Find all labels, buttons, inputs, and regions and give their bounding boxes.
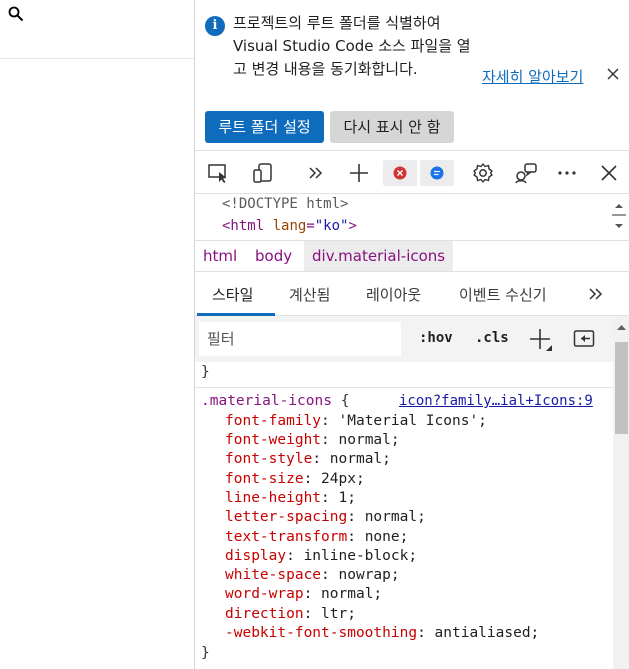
more-tabs-icon[interactable]	[303, 160, 329, 186]
cls-toggle[interactable]: .cls	[475, 330, 509, 346]
css-property[interactable]: font-style: normal;	[225, 451, 391, 467]
property-value: none;	[364, 529, 409, 545]
css-property[interactable]: direction: ltr;	[225, 606, 356, 622]
tab-event-listeners[interactable]: 이벤트 수신기	[459, 284, 547, 305]
css-property[interactable]: -webkit-font-smoothing: antialiased;	[225, 625, 539, 641]
settings-icon[interactable]	[470, 160, 496, 186]
page-divider	[0, 58, 194, 59]
css-property[interactable]: display: inline-block;	[225, 548, 417, 564]
css-property[interactable]: font-size: 24px;	[225, 471, 365, 487]
tab-layout[interactable]: 레이아웃	[366, 284, 421, 305]
open-brace: {	[340, 393, 350, 409]
breadcrumb-div[interactable]: div.material-icons	[304, 241, 454, 271]
property-value: normal;	[364, 509, 426, 525]
page-viewport	[0, 0, 194, 669]
doctype-node[interactable]: <!DOCTYPE html>	[222, 196, 348, 212]
filter-bar: 필터 :hov .cls	[195, 316, 613, 362]
breadcrumb-body[interactable]: body	[247, 241, 300, 271]
dom-tree: <!DOCTYPE html> <html lang="ko">	[195, 194, 629, 240]
property-value: nowrap;	[338, 567, 400, 583]
property-name: font-family	[225, 413, 322, 429]
property-name: font-weight	[225, 432, 322, 448]
property-value: normal;	[329, 451, 391, 467]
issues-badge-icon[interactable]	[420, 160, 454, 186]
property-name: font-size	[225, 471, 304, 487]
hov-toggle[interactable]: :hov	[419, 330, 453, 346]
property-value: inline-block;	[303, 548, 418, 564]
info-message: 프로젝트의 루트 폴더를 식별하여 Visual Studio Code 소스 …	[233, 14, 471, 78]
property-name: text-transform	[225, 529, 348, 545]
property-value: normal;	[321, 586, 383, 602]
device-emulation-icon[interactable]	[250, 160, 276, 186]
inspect-icon[interactable]	[205, 160, 231, 186]
search-icon[interactable]	[8, 6, 24, 22]
html-node[interactable]: <html lang="ko">	[222, 218, 357, 234]
property-value: 1;	[338, 490, 356, 506]
css-property[interactable]: font-family: 'Material Icons';	[225, 413, 487, 429]
devtools-toolbar	[195, 150, 629, 194]
tab-computed[interactable]: 계산됨	[289, 284, 330, 305]
property-name: letter-spacing	[225, 509, 348, 525]
dom-scrollbar[interactable]	[611, 200, 627, 234]
css-property[interactable]: letter-spacing: normal;	[225, 509, 426, 525]
selector-text: .material-icons	[201, 393, 332, 409]
close-brace: }	[201, 645, 210, 661]
property-name: direction	[225, 606, 304, 622]
tab-styles[interactable]: 스타일	[212, 284, 253, 305]
property-value: 24px;	[321, 471, 365, 487]
rule-divider	[195, 387, 613, 388]
learn-more-link[interactable]: 자세히 알아보기	[482, 66, 583, 87]
more-tabs-icon[interactable]	[587, 285, 605, 307]
css-property[interactable]: text-transform: none;	[225, 529, 408, 545]
dont-show-again-button[interactable]: 다시 표시 안 함	[330, 111, 454, 143]
scrollbar-thumb[interactable]	[615, 342, 628, 434]
breadcrumb-html[interactable]: html	[195, 241, 245, 271]
property-name: -webkit-font-smoothing	[225, 625, 418, 641]
info-bar: i 프로젝트의 루트 폴더를 식별하여 Visual Studio Code 소…	[195, 0, 629, 150]
set-root-folder-button[interactable]: 루트 폴더 설정	[205, 111, 324, 143]
property-value: antialiased;	[434, 625, 540, 641]
property-name: font-style	[225, 451, 313, 467]
property-name: word-wrap	[225, 586, 304, 602]
toggle-sidebar-icon[interactable]	[573, 329, 595, 353]
css-property[interactable]: white-space: nowrap;	[225, 567, 400, 583]
styles-tabs: 스타일 계산됨 레이아웃 이벤트 수신기	[195, 272, 629, 316]
property-name: white-space	[225, 567, 322, 583]
property-value: 'Material Icons';	[338, 413, 487, 429]
filter-input[interactable]: 필터	[198, 321, 402, 357]
breadcrumb: html body div.material-icons	[195, 240, 629, 272]
add-tab-icon[interactable]	[346, 160, 372, 186]
rule-selector[interactable]: .material-icons {	[201, 393, 349, 409]
property-name: line-height	[225, 490, 322, 506]
close-icon[interactable]	[605, 66, 623, 84]
css-property[interactable]: line-height: 1;	[225, 490, 356, 506]
devtools-panel: i 프로젝트의 루트 폴더를 식별하여 Visual Studio Code 소…	[194, 0, 629, 669]
css-property[interactable]: word-wrap: normal;	[225, 586, 382, 602]
attr-name: lang	[272, 218, 307, 234]
feedback-icon[interactable]	[513, 160, 539, 186]
property-name: display	[225, 548, 287, 564]
new-rule-icon[interactable]	[528, 327, 554, 357]
css-property[interactable]: font-weight: normal;	[225, 432, 400, 448]
attr-value: "ko"	[314, 218, 349, 234]
stylesheet-source-link[interactable]: icon?family…ial+Icons:9	[399, 393, 593, 409]
attr-equals: =	[306, 218, 315, 234]
styles-scrollbar[interactable]	[613, 316, 629, 669]
more-options-icon[interactable]	[554, 160, 580, 186]
info-icon: i	[205, 16, 225, 36]
html-tag: <html	[222, 218, 265, 234]
error-badge-icon[interactable]	[383, 160, 417, 186]
close-devtools-icon[interactable]	[596, 160, 622, 186]
prev-rule-brace: }	[201, 364, 210, 380]
property-value: ltr;	[321, 606, 356, 622]
tag-close: >	[348, 218, 357, 234]
property-value: normal;	[338, 432, 400, 448]
styles-pane: } .material-icons { icon?family…ial+Icon…	[195, 362, 613, 669]
